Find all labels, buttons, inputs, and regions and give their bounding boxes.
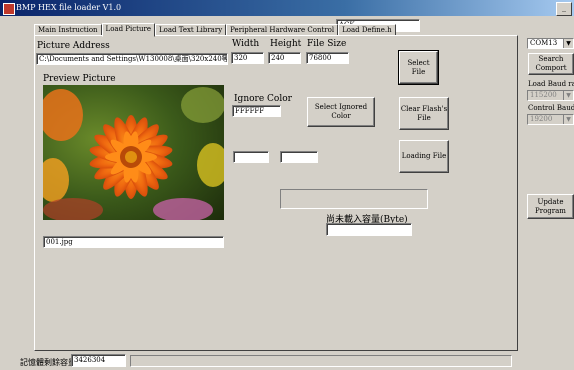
empty-field-1[interactable]: [233, 151, 269, 163]
picture-filename-field[interactable]: 001.jpg: [43, 236, 224, 248]
ignore-color-label: Ignore Color: [234, 94, 292, 104]
chevron-down-icon[interactable]: ▼: [563, 39, 573, 48]
memory-remaining-label: 記憶體剩餘容量: [20, 358, 76, 367]
preview-picture-image: [43, 85, 224, 220]
loading-file-button[interactable]: Loading File: [399, 140, 449, 173]
load-progress-bar: [280, 189, 428, 209]
control-baud-rate-label: Control Baud rate: [528, 104, 574, 112]
load-baud-rate-select[interactable]: 115200 ▼: [527, 90, 574, 101]
update-program-button[interactable]: Update Program: [527, 194, 574, 219]
load-baud-rate-label: Load Baud rate: [528, 80, 574, 88]
app-icon: [3, 3, 15, 15]
ignore-color-field[interactable]: FFFFFF: [232, 105, 281, 117]
load-baud-rate-value: 115200: [530, 91, 557, 99]
control-baud-rate-select[interactable]: 19200 ▼: [527, 114, 574, 125]
picture-address-field[interactable]: C:\Documents and Settings\W130008\桌面\320…: [36, 53, 228, 65]
window-title: BMP HEX file loader V1.0: [16, 3, 122, 12]
file-size-label: File Size: [307, 39, 347, 49]
preview-picture-label: Preview Picture: [43, 74, 116, 84]
control-baud-rate-value: 19200: [530, 115, 553, 123]
tab-load-picture[interactable]: Load Picture: [101, 23, 155, 37]
chevron-down-icon[interactable]: ▼: [563, 115, 573, 124]
chevron-down-icon[interactable]: ▼: [563, 91, 573, 100]
width-label: Width: [232, 39, 260, 49]
empty-field-2[interactable]: [280, 151, 318, 163]
title-bar: BMP HEX file loader V1.0 _: [0, 0, 574, 16]
select-file-button[interactable]: Select File: [398, 50, 439, 85]
minimize-icon[interactable]: _: [556, 2, 572, 16]
remaining-capacity-field[interactable]: [326, 223, 412, 236]
com-port-value: COM13: [530, 39, 558, 47]
width-field[interactable]: 320: [231, 52, 264, 64]
status-progress-bar: [130, 355, 512, 367]
com-port-select[interactable]: COM13 ▼: [527, 38, 574, 49]
search-comport-button[interactable]: Search Comport: [528, 53, 574, 75]
file-size-field[interactable]: 76800: [306, 52, 349, 64]
memory-remaining-field[interactable]: 3426304: [71, 354, 126, 367]
picture-address-label: Picture Address: [37, 41, 110, 51]
height-field[interactable]: 240: [268, 52, 301, 64]
clear-flash-file-button[interactable]: Clear Flash's File: [399, 97, 449, 130]
height-label: Height: [270, 39, 302, 49]
select-ignored-color-button[interactable]: Select Ignored Color: [307, 97, 375, 127]
